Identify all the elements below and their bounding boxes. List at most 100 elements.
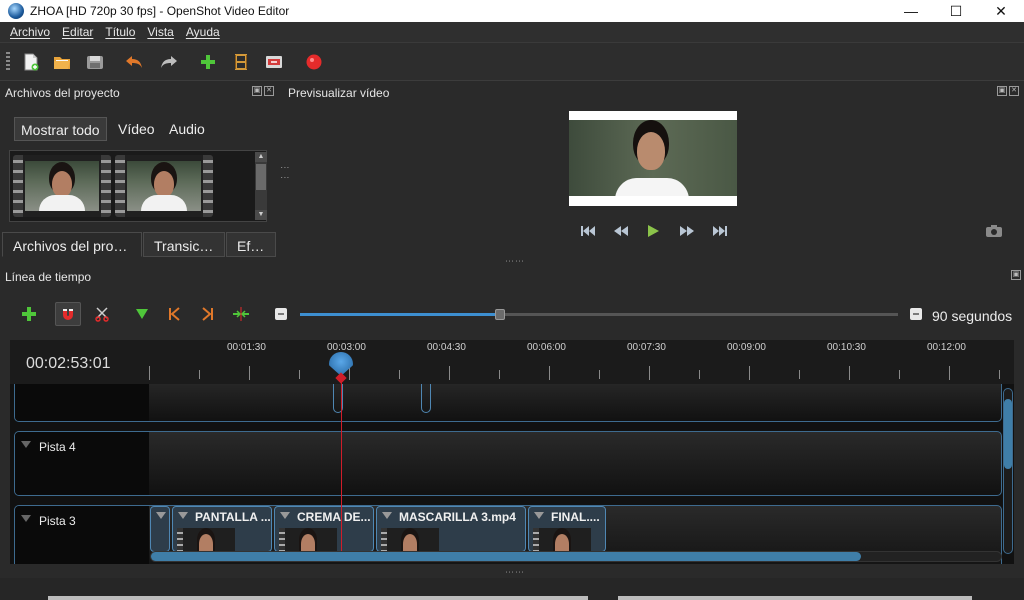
float-panel-icon[interactable]: ▣ [252, 86, 262, 96]
files-scrollbar[interactable]: ▲ ▼ [255, 152, 267, 220]
zoom-in-icon[interactable] [903, 302, 929, 326]
menu-editar[interactable]: Editar [56, 25, 99, 39]
jump-end-icon[interactable] [710, 222, 730, 240]
tab-project-files[interactable]: Archivos del pro… [2, 232, 142, 257]
ruler-tick-label: 00:09:00 [727, 342, 766, 353]
minimize-button[interactable]: — [888, 0, 934, 22]
next-marker-icon[interactable] [195, 302, 221, 326]
track-collapse-icon[interactable] [21, 441, 31, 448]
scroll-up-icon[interactable]: ▲ [255, 152, 267, 162]
horizontal-splitter[interactable]: ⋯⋯ [505, 256, 525, 267]
save-project-icon[interactable] [84, 52, 106, 72]
close-panel-icon[interactable]: ✕ [1009, 86, 1019, 96]
scroll-handle[interactable] [1004, 399, 1012, 469]
clip-title: PANTALLA ... [195, 510, 271, 524]
rewind-icon[interactable] [611, 222, 631, 240]
scroll-handle[interactable] [151, 552, 861, 561]
track-header[interactable]: Pista 3 [15, 506, 149, 564]
ruler-tick-label: 00:10:30 [827, 342, 866, 353]
zoom-slider-fill [300, 313, 498, 316]
clip[interactable]: MASCARILLA 3.mp4 [376, 506, 526, 552]
filter-video[interactable]: Vídeo [112, 117, 161, 141]
project-files-dock-controls: ▣ ✕ [252, 86, 274, 96]
filter-show-all[interactable]: Mostrar todo [14, 117, 107, 141]
zoom-slider-track[interactable] [300, 313, 898, 316]
close-panel-icon[interactable]: ✕ [264, 86, 274, 96]
float-panel-icon[interactable]: ▣ [997, 86, 1007, 96]
tab-transitions[interactable]: Transic… [143, 232, 225, 257]
clip-title: CREMA DE... [297, 510, 371, 524]
main-toolbar [0, 43, 1024, 81]
add-track-icon[interactable] [16, 302, 42, 326]
track-top[interactable] [14, 384, 1002, 422]
timeline-vertical-scrollbar[interactable] [1003, 388, 1013, 554]
menu-vista[interactable]: Vista [141, 25, 179, 39]
clip-title: MASCARILLA 3.mp4 [399, 510, 516, 524]
menu-archivo[interactable]: Archivo [4, 25, 56, 39]
float-panel-icon[interactable]: ▣ [1011, 270, 1021, 280]
clip-menu-icon[interactable] [156, 512, 166, 519]
clip[interactable] [150, 506, 170, 552]
clip-menu-icon[interactable] [382, 512, 392, 519]
fast-forward-icon[interactable] [677, 222, 697, 240]
close-button[interactable]: ✕ [978, 0, 1024, 22]
timeline-horizontal-scrollbar[interactable] [150, 551, 1002, 562]
ruler-tick-label: 00:06:00 [527, 342, 566, 353]
razor-scissors-icon[interactable] [89, 302, 115, 326]
scroll-down-icon[interactable]: ▼ [255, 210, 267, 220]
video-preview[interactable] [569, 111, 737, 206]
timeline-title: Línea de tiempo [5, 270, 92, 284]
record-icon[interactable] [303, 52, 325, 72]
track-header[interactable] [15, 384, 149, 421]
playhead-line[interactable] [341, 374, 342, 552]
clip-menu-icon[interactable] [178, 512, 188, 519]
preview-dock-controls: ▣ ✕ [997, 86, 1019, 96]
open-project-icon[interactable] [51, 52, 73, 72]
clip-menu-icon[interactable] [280, 512, 290, 519]
clip-menu-icon[interactable] [534, 512, 544, 519]
file-thumbnail[interactable] [13, 155, 111, 217]
snapshot-camera-icon[interactable] [985, 224, 1003, 238]
ruler-tick-label: 00:01:30 [227, 342, 266, 353]
clip[interactable]: PANTALLA ... [172, 506, 272, 552]
clip[interactable]: FINAL.... [528, 506, 606, 552]
taskbar-strip [48, 596, 588, 600]
transition-marker[interactable] [421, 384, 431, 413]
clip-title: FINAL.... [551, 510, 600, 524]
play-icon[interactable] [643, 222, 663, 240]
scroll-handle[interactable] [256, 164, 266, 190]
timeline-dock-controls: ▣ [1011, 270, 1021, 280]
zoom-out-icon[interactable] [268, 302, 294, 326]
redo-icon[interactable] [158, 52, 180, 72]
profile-icon[interactable] [230, 52, 252, 72]
fullscreen-icon[interactable] [263, 52, 285, 72]
maximize-button[interactable]: ☐ [933, 0, 979, 22]
file-thumbnail[interactable] [115, 155, 213, 217]
center-playhead-icon[interactable] [228, 302, 254, 326]
tab-effects[interactable]: Ef… [226, 232, 276, 257]
clip[interactable]: CREMA DE... [274, 506, 374, 552]
menu-titulo[interactable]: Título [99, 25, 141, 39]
panel-splitter[interactable]: ⋮⋮ [280, 163, 290, 183]
track-header[interactable]: Pista 4 [15, 432, 149, 495]
ruler-tick-label: 00:12:00 [927, 342, 966, 353]
preview-title: Previsualizar vídeo [288, 86, 390, 100]
preview-frame [569, 120, 737, 196]
ruler-tick-label: 00:04:30 [427, 342, 466, 353]
filter-audio[interactable]: Audio [163, 117, 211, 141]
track-pista-4[interactable]: Pista 4 [14, 431, 1002, 496]
snapping-magnet-icon[interactable] [55, 302, 81, 326]
zoom-slider-handle[interactable] [495, 309, 505, 320]
import-files-icon[interactable] [197, 52, 219, 72]
menu-ayuda[interactable]: Ayuda [180, 25, 226, 39]
previous-marker-icon[interactable] [161, 302, 187, 326]
taskbar-strip [618, 596, 972, 600]
ruler-tick-label: 00:07:30 [627, 342, 666, 353]
new-project-icon[interactable] [20, 52, 42, 72]
add-marker-icon[interactable] [129, 302, 155, 326]
undo-icon[interactable] [123, 52, 145, 72]
toolbar-grip[interactable] [6, 52, 10, 72]
track-collapse-icon[interactable] [21, 515, 31, 522]
jump-start-icon[interactable] [578, 222, 598, 240]
bottom-splitter[interactable]: ⋯⋯ [505, 567, 525, 578]
